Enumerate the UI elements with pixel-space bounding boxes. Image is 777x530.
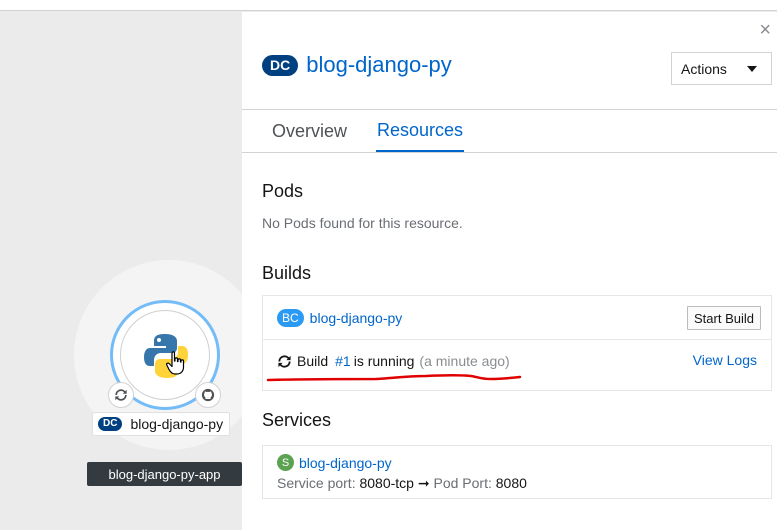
- actions-label: Actions: [681, 60, 727, 77]
- pods-heading: Pods: [262, 181, 304, 201]
- service-port-label: Service port:: [277, 475, 356, 491]
- build-status: is running: [353, 353, 415, 369]
- build-decorator[interactable]: [108, 382, 134, 408]
- close-icon[interactable]: ×: [759, 20, 771, 40]
- dc-badge: DC: [262, 54, 299, 76]
- services-heading: Services: [262, 410, 332, 430]
- hand-cursor-icon: [166, 351, 185, 375]
- build-config-link[interactable]: blog-django-py: [310, 310, 403, 326]
- top-bar: [0, 0, 777, 11]
- services-list: S blog-django-py Service port: 8080-tcp …: [262, 445, 772, 499]
- side-panel: × DC blog-django-py Actions Overview Res…: [242, 12, 777, 530]
- tab-bar: Overview Resources: [242, 109, 777, 153]
- arrow-right-icon: ➞: [417, 475, 430, 491]
- service-ports: Service port: 8080-tcp ➞ Pod Port: 8080: [277, 475, 771, 492]
- build-timestamp: (a minute ago): [419, 353, 510, 369]
- caret-down-icon: [747, 65, 757, 72]
- sync-icon: [115, 389, 127, 401]
- actions-dropdown[interactable]: Actions: [671, 52, 772, 85]
- pods-empty-message: No Pods found for this resource.: [262, 215, 463, 231]
- build-number-link[interactable]: #1: [335, 353, 351, 369]
- sync-icon: [277, 354, 292, 369]
- service-badge: S: [277, 454, 294, 471]
- service-port-value: 8080-tcp: [359, 475, 414, 491]
- builds-heading: Builds: [262, 263, 312, 283]
- service-row: S blog-django-py: [277, 454, 771, 471]
- tab-overview[interactable]: Overview: [272, 110, 347, 152]
- service-link[interactable]: blog-django-py: [299, 455, 392, 471]
- application-label[interactable]: blog-django-py-app: [87, 462, 242, 486]
- build-config-row: BC blog-django-py Start Build: [263, 296, 771, 340]
- dc-badge: DC: [98, 417, 123, 431]
- panel-header: DC blog-django-py: [262, 52, 452, 78]
- view-logs-link[interactable]: View Logs: [693, 352, 757, 368]
- github-icon: [201, 388, 215, 402]
- tab-resources[interactable]: Resources: [376, 110, 465, 152]
- start-build-button[interactable]: Start Build: [687, 306, 761, 330]
- pod-port-value: 8080: [495, 475, 527, 491]
- pod-port-label: Pod Port:: [433, 475, 492, 491]
- bc-badge: BC: [277, 308, 304, 327]
- source-repo-decorator[interactable]: [195, 382, 221, 408]
- red-annotation-underline: [266, 374, 522, 382]
- node-label[interactable]: DC blog-django-py: [92, 412, 231, 436]
- topology-canvas[interactable]: DC blog-django-py blog-django-py-app: [0, 12, 264, 530]
- node-name: blog-django-py: [130, 416, 224, 432]
- build-prefix: Build: [297, 353, 329, 369]
- page-title[interactable]: blog-django-py: [306, 52, 452, 78]
